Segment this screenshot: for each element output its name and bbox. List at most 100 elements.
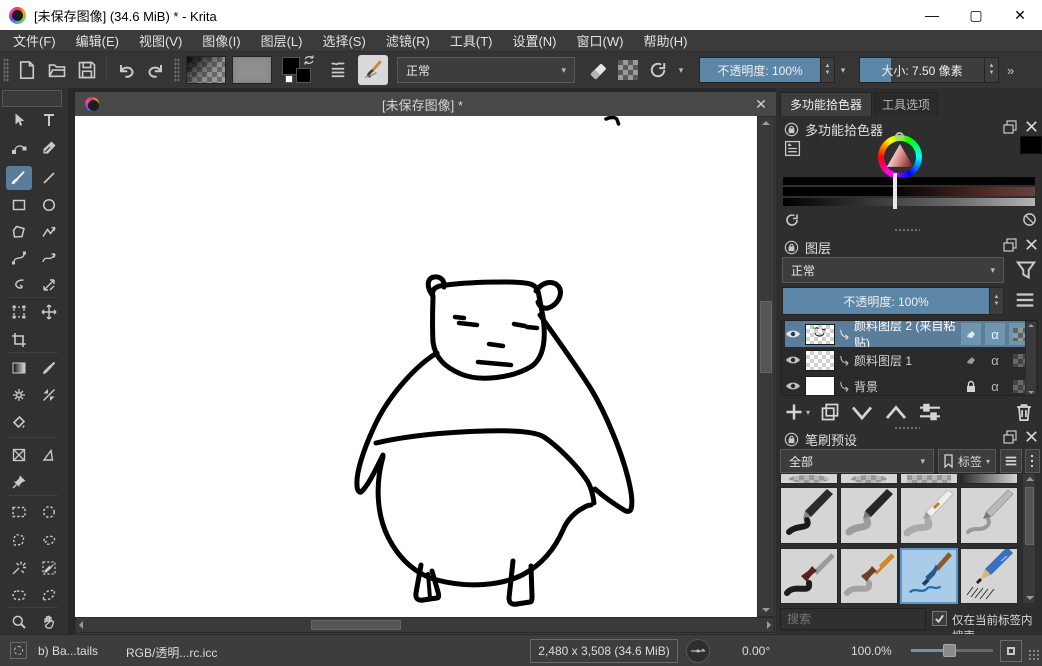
tool-move[interactable] <box>36 300 62 324</box>
menu-window[interactable]: 窗口(W) <box>568 29 633 52</box>
layer-row-paint2[interactable]: 颜料图层 2 (来自粘贴) α <box>785 321 1029 347</box>
layer-options-menu-icon[interactable] <box>1014 291 1036 309</box>
layer-blend-mode-dropdown[interactable]: 正常▾ <box>782 257 1004 283</box>
tool-freehand-brush[interactable] <box>6 166 32 190</box>
lock-docker-icon[interactable] <box>784 122 799 137</box>
preset-display-mode-button[interactable] <box>1025 449 1040 473</box>
menu-tools[interactable]: 工具(T) <box>441 29 502 52</box>
minimize-button[interactable]: — <box>910 0 954 30</box>
maximize-button[interactable]: ▢ <box>954 0 998 30</box>
scroll-up-arrow[interactable] <box>1026 477 1034 481</box>
tab-tool-options[interactable]: 工具选项 <box>874 92 938 116</box>
close-docker-icon[interactable] <box>1024 429 1039 444</box>
lock-docker-icon[interactable] <box>784 240 799 255</box>
close-docker-icon[interactable] <box>1024 119 1039 134</box>
canvas[interactable] <box>75 116 757 617</box>
scroll-down-arrow[interactable] <box>1028 391 1034 394</box>
layer-opacity-slider[interactable]: 不透明度: 100% <box>782 287 990 315</box>
layer-thumbnail[interactable] <box>805 324 835 345</box>
layer-row-background[interactable]: 背景 α <box>785 373 1029 396</box>
zoom-percentage[interactable]: 100.0% <box>851 644 892 658</box>
preset-filter-dropdown[interactable]: 全部▾ <box>780 449 934 473</box>
canvas-vscrollbar[interactable] <box>757 116 775 617</box>
tool-bezier-curve[interactable] <box>6 246 32 270</box>
tool-edit-shapes[interactable] <box>6 136 32 160</box>
docker-splitter-handle[interactable] <box>894 426 920 430</box>
document-titlebar[interactable]: [未保存图像] * ✕ <box>75 92 776 116</box>
tool-ellipse-select[interactable] <box>36 500 62 524</box>
tool-zoom[interactable] <box>6 610 32 634</box>
move-layer-down-icon[interactable] <box>850 403 874 421</box>
tool-color-sampler[interactable] <box>36 356 62 380</box>
zoom-slider-track[interactable] <box>911 649 993 652</box>
tab-advanced-color-selector[interactable]: 多功能拾色器 <box>780 92 872 116</box>
hscroll-thumb[interactable] <box>311 620 401 630</box>
open-document-button[interactable] <box>42 56 72 84</box>
redo-button[interactable] <box>141 56 171 84</box>
move-layer-up-icon[interactable] <box>884 403 908 421</box>
float-docker-icon[interactable] <box>1002 119 1018 135</box>
scroll-up-arrow[interactable] <box>762 121 770 125</box>
tool-crop[interactable] <box>6 328 32 352</box>
tool-outline-select[interactable] <box>6 583 32 607</box>
shade-bar-marker[interactable] <box>893 173 897 209</box>
preset-ink-pen-precision[interactable] <box>780 487 838 544</box>
add-layer-icon[interactable] <box>784 402 804 422</box>
canvas-rotation-dial[interactable] <box>686 639 710 663</box>
alpha-lock-icon[interactable]: α <box>985 375 1005 396</box>
visibility-eye-icon[interactable] <box>785 380 801 392</box>
preset-view-menu-button[interactable] <box>1000 449 1022 473</box>
selector-settings-icon[interactable] <box>784 140 801 157</box>
preserve-alpha-button[interactable] <box>613 56 643 84</box>
tool-pattern-edit[interactable] <box>6 383 32 407</box>
preset-watercolor-selected[interactable] <box>900 548 958 604</box>
menu-edit[interactable]: 编辑(E) <box>67 29 128 52</box>
inherit-alpha-icon[interactable] <box>961 349 981 371</box>
statusbar-brush-name[interactable]: b) Ba...tails <box>38 644 98 658</box>
tool-assistants[interactable] <box>36 443 62 467</box>
tool-fill[interactable] <box>6 410 32 434</box>
close-docker-icon[interactable] <box>1024 237 1039 252</box>
tool-similar-color-select[interactable] <box>6 556 32 580</box>
pattern-swatch[interactable] <box>232 56 272 84</box>
layer-opacity-spinner[interactable]: ▲▼ <box>990 287 1004 315</box>
toolbar-overflow-chevron[interactable]: » <box>1007 63 1014 78</box>
gradient-swatch[interactable] <box>186 56 226 84</box>
brush-size-slider[interactable]: 大小: 7.50 像素 <box>859 57 985 83</box>
search-scope-checkbox[interactable] <box>932 611 947 626</box>
tag-button[interactable]: 标签 ▾ <box>938 449 996 473</box>
tool-line[interactable] <box>36 166 62 190</box>
reload-preset-button[interactable] <box>643 56 673 84</box>
eraser-toggle-button[interactable] <box>583 56 613 84</box>
save-document-button[interactable] <box>72 56 102 84</box>
shade-bar-3[interactable] <box>783 198 1035 206</box>
refresh-shades-icon[interactable] <box>784 212 800 228</box>
float-docker-icon[interactable] <box>1002 237 1018 253</box>
fg-bg-color-widget[interactable] <box>281 55 317 85</box>
lock-docker-icon[interactable] <box>784 432 799 447</box>
inherit-alpha-icon[interactable] <box>961 323 981 345</box>
delete-layer-icon[interactable] <box>1014 402 1034 422</box>
resize-grip[interactable] <box>1028 649 1040 661</box>
zoom-slider-handle[interactable] <box>943 644 956 657</box>
add-layer-dropdown-arrow[interactable]: ▾ <box>806 408 810 417</box>
opacity-spinner[interactable]: ▲▼ <box>821 57 835 83</box>
alpha-lock-icon[interactable]: α <box>985 349 1005 371</box>
layer-locked-icon[interactable] <box>961 375 981 396</box>
tool-pan[interactable] <box>36 610 62 634</box>
layer-row-paint1[interactable]: 颜料图层 1 α <box>785 347 1029 373</box>
zoom-mode-button[interactable] <box>1000 640 1022 662</box>
brush-history-icon[interactable] <box>323 56 353 84</box>
preset-pencil-blue[interactable] <box>960 548 1018 604</box>
shade-bar-1[interactable] <box>783 177 1035 185</box>
rotation-angle-value[interactable]: 0.00° <box>742 644 770 658</box>
menu-filter[interactable]: 滤镜(R) <box>377 29 439 52</box>
current-color-swatch[interactable] <box>1020 136 1042 154</box>
hue-marker[interactable] <box>895 132 904 141</box>
tool-select-sampler[interactable] <box>36 556 62 580</box>
visibility-eye-icon[interactable] <box>785 354 801 366</box>
tool-multibrush[interactable] <box>36 273 62 297</box>
hue-ring[interactable] <box>878 135 922 179</box>
scroll-up-arrow[interactable] <box>1028 324 1034 327</box>
new-document-button[interactable] <box>12 56 42 84</box>
